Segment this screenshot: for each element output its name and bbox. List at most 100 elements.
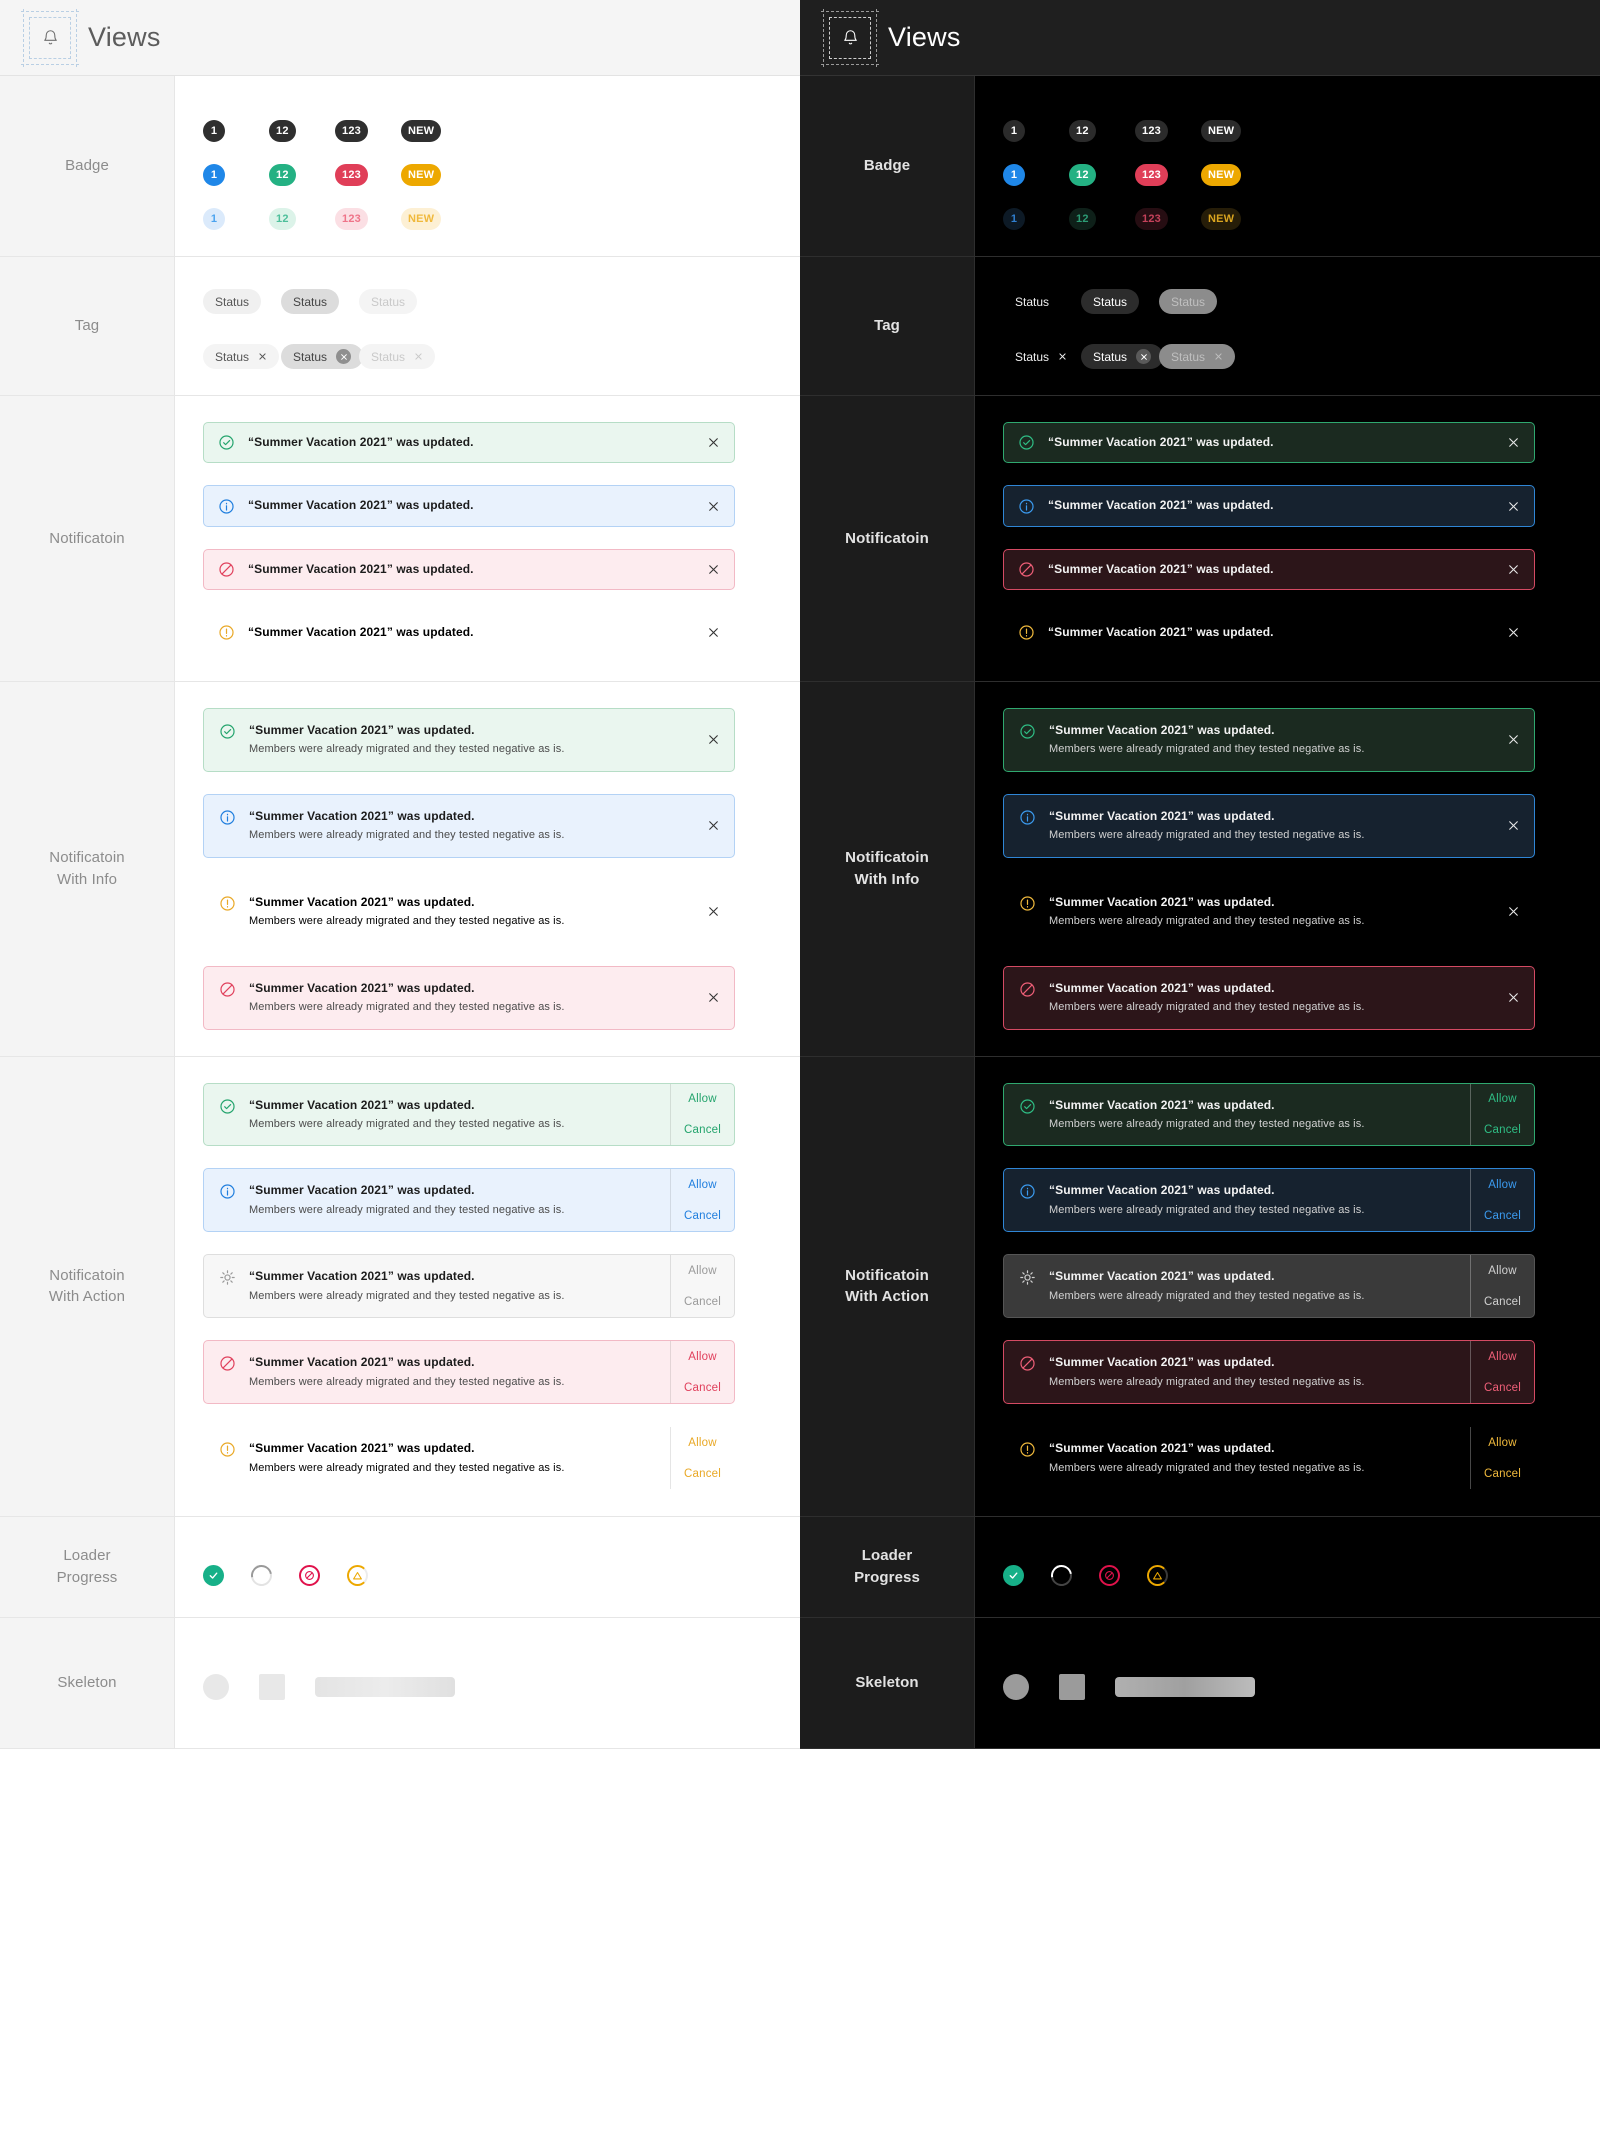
close-icon[interactable]: [698, 795, 734, 857]
badge-cell: NEW: [401, 164, 467, 186]
badge-solid-dark[interactable]: 12: [269, 120, 296, 142]
close-icon[interactable]: [698, 967, 734, 1029]
tag-status[interactable]: Status: [1081, 344, 1164, 369]
badge-soft[interactable]: 12: [269, 208, 296, 230]
cancel-button[interactable]: Cancel: [1471, 1286, 1534, 1317]
close-icon[interactable]: [1498, 486, 1534, 525]
cancel-button[interactable]: Cancel: [1471, 1372, 1534, 1403]
tag-status[interactable]: Status: [1159, 289, 1218, 314]
close-icon[interactable]: [698, 486, 734, 525]
tag-cell: Status: [1003, 344, 1081, 369]
badge-solid-dark[interactable]: 1: [203, 120, 225, 142]
notification-title: “Summer Vacation 2021” was updated.: [249, 980, 475, 995]
close-icon[interactable]: [698, 550, 734, 589]
loader-error-icon: [299, 1565, 320, 1587]
section-content-loader: [175, 1517, 800, 1618]
badge-solid-color[interactable]: 123: [335, 164, 368, 186]
badge-soft[interactable]: 1: [203, 208, 225, 230]
close-icon[interactable]: [336, 349, 352, 364]
close-icon[interactable]: [698, 423, 734, 462]
cancel-button[interactable]: Cancel: [671, 1115, 734, 1146]
badge-solid-color[interactable]: 123: [1135, 164, 1168, 186]
tag-status[interactable]: Status: [1003, 344, 1079, 369]
allow-button[interactable]: Allow: [1471, 1169, 1534, 1200]
badge-solid-dark[interactable]: 1: [1003, 120, 1025, 142]
badge-cell: 1: [1003, 208, 1069, 230]
badge-solid-color[interactable]: 12: [269, 164, 296, 186]
cancel-button[interactable]: Cancel: [671, 1372, 734, 1403]
close-icon[interactable]: [1058, 351, 1067, 363]
badge-soft[interactable]: NEW: [401, 208, 442, 230]
badge-solid-color[interactable]: 1: [203, 164, 225, 186]
close-icon[interactable]: [1136, 349, 1152, 364]
tag-status[interactable]: Status: [281, 344, 364, 369]
cancel-button[interactable]: Cancel: [671, 1286, 734, 1317]
close-icon[interactable]: [1498, 967, 1534, 1029]
close-icon[interactable]: [1498, 709, 1534, 771]
tag-status[interactable]: Status: [1159, 344, 1236, 369]
cancel-button[interactable]: Cancel: [1471, 1200, 1534, 1231]
badge-solid-dark[interactable]: 12: [1069, 120, 1096, 142]
badge-soft[interactable]: 123: [335, 208, 368, 230]
tag-status[interactable]: Status: [203, 289, 262, 314]
allow-button[interactable]: Allow: [1471, 1427, 1534, 1458]
close-icon[interactable]: [1498, 795, 1534, 857]
allow-button[interactable]: Allow: [671, 1084, 734, 1115]
badge-solid-color[interactable]: 12: [1069, 164, 1096, 186]
notification-info: “Summer Vacation 2021” was updated. Membe…: [1003, 793, 1535, 858]
allow-button[interactable]: Allow: [1471, 1255, 1534, 1286]
tag-status[interactable]: Status: [281, 289, 340, 314]
badge-solid-dark[interactable]: NEW: [401, 120, 442, 142]
tag-status[interactable]: Status: [359, 344, 436, 369]
badge-soft[interactable]: 12: [1069, 208, 1096, 230]
cancel-button[interactable]: Cancel: [671, 1458, 734, 1489]
notification-body: “Summer Vacation 2021” was updated. Membe…: [204, 881, 698, 943]
allow-button[interactable]: Allow: [671, 1169, 734, 1200]
tag-status[interactable]: Status: [1003, 289, 1061, 314]
close-icon[interactable]: [698, 613, 734, 652]
section-row-notif_info: Notificatoin With Info “Summer Vacation 2…: [0, 682, 800, 1057]
notification-text: “Summer Vacation 2021” was updated. Membe…: [249, 980, 684, 1016]
close-icon[interactable]: [698, 881, 734, 943]
allow-button[interactable]: Allow: [1471, 1341, 1534, 1372]
close-icon[interactable]: [1498, 613, 1534, 652]
cancel-button[interactable]: Cancel: [1471, 1115, 1534, 1146]
notification-body: “Summer Vacation 2021” was updated.: [1004, 423, 1498, 462]
close-icon[interactable]: [1498, 550, 1534, 589]
badge-soft[interactable]: 1: [1003, 208, 1025, 230]
cancel-button[interactable]: Cancel: [671, 1200, 734, 1231]
cancel-button[interactable]: Cancel: [1471, 1458, 1534, 1489]
notification-body: “Summer Vacation 2021” was updated. Membe…: [1004, 795, 1498, 857]
badge-solid-color[interactable]: NEW: [1201, 164, 1242, 186]
tag-status[interactable]: Status: [1081, 289, 1140, 314]
badge-solid-dark[interactable]: NEW: [1201, 120, 1242, 142]
close-icon[interactable]: [258, 351, 267, 363]
notification-description: Members were already migrated and they t…: [1049, 1375, 1365, 1388]
close-icon[interactable]: [698, 709, 734, 771]
badge-solid-color[interactable]: NEW: [401, 164, 442, 186]
badge-solid-dark[interactable]: 123: [1135, 120, 1168, 142]
badge-soft[interactable]: NEW: [1201, 208, 1242, 230]
close-icon[interactable]: [414, 351, 423, 363]
badge-solid-color[interactable]: 1: [1003, 164, 1025, 186]
badge-cell: NEW: [1201, 120, 1267, 142]
notification-error: “Summer Vacation 2021” was updated. Membe…: [203, 1340, 735, 1405]
close-icon[interactable]: [1214, 351, 1223, 363]
notification-body: “Summer Vacation 2021” was updated. Membe…: [204, 1084, 670, 1146]
tag-status[interactable]: Status: [359, 289, 418, 314]
allow-button[interactable]: Allow: [671, 1341, 734, 1372]
close-icon[interactable]: [1498, 881, 1534, 943]
skeleton-group: [1003, 1644, 1600, 1701]
allow-button[interactable]: Allow: [1471, 1084, 1534, 1115]
notification-title: “Summer Vacation 2021” was updated.: [1049, 1269, 1275, 1284]
tag-status[interactable]: Status: [203, 344, 280, 369]
badge-solid-dark[interactable]: 123: [335, 120, 368, 142]
badge-soft[interactable]: 123: [1135, 208, 1168, 230]
page-title: Views: [888, 22, 961, 52]
badge-cell: 12: [1069, 164, 1135, 186]
loader-cell: [1046, 1560, 1099, 1591]
allow-button[interactable]: Allow: [671, 1255, 734, 1286]
close-icon[interactable]: [1498, 423, 1534, 462]
skeleton-avatar: [203, 1674, 229, 1701]
allow-button[interactable]: Allow: [671, 1427, 734, 1458]
